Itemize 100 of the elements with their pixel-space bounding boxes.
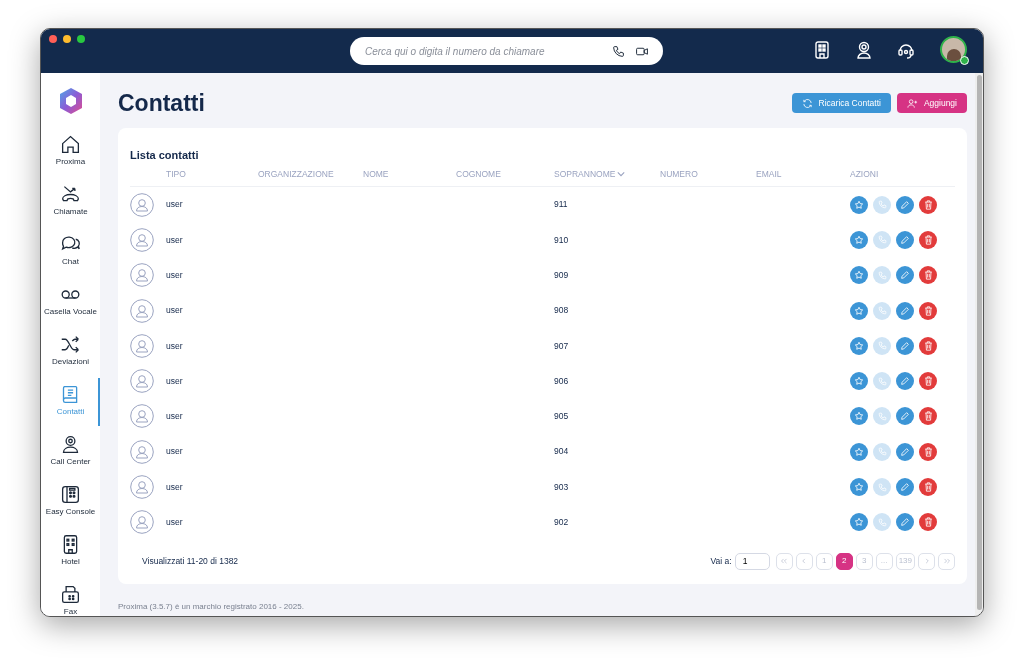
table-cell: 910	[554, 234, 569, 245]
edit-button[interactable]	[896, 372, 914, 391]
edit-button[interactable]	[896, 266, 914, 285]
delete-button[interactable]	[919, 195, 937, 214]
table-cell: user	[166, 269, 183, 280]
star-icon	[854, 517, 864, 528]
house-icon	[60, 134, 81, 155]
phone-icon	[877, 376, 887, 386]
favorite-button[interactable]	[850, 442, 868, 461]
pencil-icon	[900, 411, 910, 422]
pencil-icon	[900, 517, 910, 528]
sidebar-item[interactable]: Proxima	[41, 128, 100, 178]
edit-button[interactable]	[896, 301, 914, 320]
delete-button[interactable]	[919, 513, 937, 532]
edit-button[interactable]	[896, 407, 914, 426]
operator-icon[interactable]	[856, 40, 872, 59]
search-input[interactable]: Cerca qui o digita il numero da chiamare	[365, 43, 604, 59]
page-button[interactable]: 2	[835, 552, 853, 570]
trash-icon	[923, 199, 933, 210]
pencil-icon	[900, 482, 910, 493]
pencil-icon	[900, 446, 910, 457]
double-chevron-right-icon	[941, 556, 952, 566]
favorite-button[interactable]	[850, 407, 868, 426]
sidebar-item[interactable]: Chiamate	[41, 178, 100, 228]
star-icon	[854, 411, 864, 422]
add-contact-button[interactable]: Aggiungi	[896, 93, 967, 113]
pencil-icon	[900, 376, 910, 387]
search-field[interactable]: Cerca qui o digita il numero da chiamare	[350, 37, 663, 65]
phone-icon	[877, 411, 887, 421]
table-cell: user	[166, 481, 183, 492]
delete-button[interactable]	[919, 478, 937, 497]
sidebar-item[interactable]: Hotel	[41, 528, 100, 578]
table-cell: 908	[554, 305, 569, 316]
page-title: Contatti	[118, 88, 205, 118]
column-header: ORGANIZZAZIONE	[258, 167, 335, 181]
sidebar-item[interactable]: Chat	[41, 228, 100, 278]
table-cell: 905	[554, 411, 569, 422]
edit-button[interactable]	[896, 336, 914, 355]
column-header: EMAIL	[756, 167, 783, 181]
trash-icon	[923, 446, 933, 457]
edit-button[interactable]	[896, 442, 914, 461]
trash-icon	[923, 270, 933, 281]
edit-button[interactable]	[896, 195, 914, 214]
phone-icon	[877, 270, 887, 280]
delete-button[interactable]	[919, 336, 937, 355]
double-chevron-left-icon	[779, 556, 790, 566]
sidebar-item[interactable]: Contatti	[41, 378, 100, 428]
phone-icon[interactable]	[612, 44, 625, 58]
star-icon	[854, 305, 864, 316]
pencil-icon	[900, 305, 910, 316]
star-icon	[854, 199, 864, 210]
table-cell: 907	[554, 340, 569, 351]
favorite-button[interactable]	[850, 195, 868, 214]
table-cell: user	[166, 446, 183, 457]
favorite-button[interactable]	[850, 513, 868, 532]
contact-avatar-icon	[130, 439, 154, 464]
contact-avatar-icon	[130, 192, 154, 217]
card-title: Lista contatti	[130, 148, 200, 163]
favorite-button[interactable]	[850, 266, 868, 285]
edit-button[interactable]	[896, 513, 914, 532]
column-header: AZIONI	[850, 167, 880, 181]
table-cell: user	[166, 340, 183, 351]
close-window-button[interactable]	[49, 35, 57, 43]
table-cell: 911	[554, 199, 568, 210]
goto-page-field[interactable]: 1	[734, 552, 770, 570]
pagination-summary: Visualizzati 11-20 di 1382	[142, 554, 239, 568]
edit-button[interactable]	[896, 478, 914, 497]
sidebar-item[interactable]: Call Center	[41, 428, 100, 478]
favorite-button[interactable]	[850, 231, 868, 249]
pencil-icon	[900, 270, 910, 281]
delete-button[interactable]	[919, 372, 937, 391]
minimize-window-button[interactable]	[63, 35, 71, 43]
edit-button[interactable]	[896, 231, 914, 249]
sidebar-item[interactable]: Easy Console	[41, 478, 100, 528]
delete-button[interactable]	[919, 301, 937, 320]
sidebar-item[interactable]: Deviazioni	[41, 328, 100, 378]
delete-button[interactable]	[919, 442, 937, 461]
sidebar-item[interactable]: Fax	[41, 578, 100, 616]
column-header: NUMERO	[660, 167, 699, 181]
delete-button[interactable]	[919, 231, 937, 249]
delete-button[interactable]	[919, 407, 937, 426]
sidebar-item[interactable]: Casella Vocale	[41, 278, 100, 328]
favorite-button[interactable]	[850, 301, 868, 320]
contact-avatar-icon	[130, 228, 154, 252]
delete-button[interactable]	[919, 266, 937, 285]
star-icon	[854, 235, 864, 245]
trash-icon	[923, 482, 933, 493]
column-header: COGNOME	[456, 167, 502, 181]
contact-avatar-icon	[130, 333, 154, 358]
building-icon[interactable]	[814, 40, 830, 59]
phone-icon	[877, 517, 887, 527]
table-cell: user	[166, 411, 183, 422]
favorite-button[interactable]	[850, 336, 868, 355]
phone-icon	[877, 200, 887, 210]
table-cell: user	[166, 305, 183, 316]
favorite-button[interactable]	[850, 372, 868, 391]
favorite-button[interactable]	[850, 478, 868, 497]
table-cell: 903	[554, 481, 569, 492]
user-avatar[interactable]	[940, 36, 967, 63]
zoom-window-button[interactable]	[77, 35, 85, 43]
